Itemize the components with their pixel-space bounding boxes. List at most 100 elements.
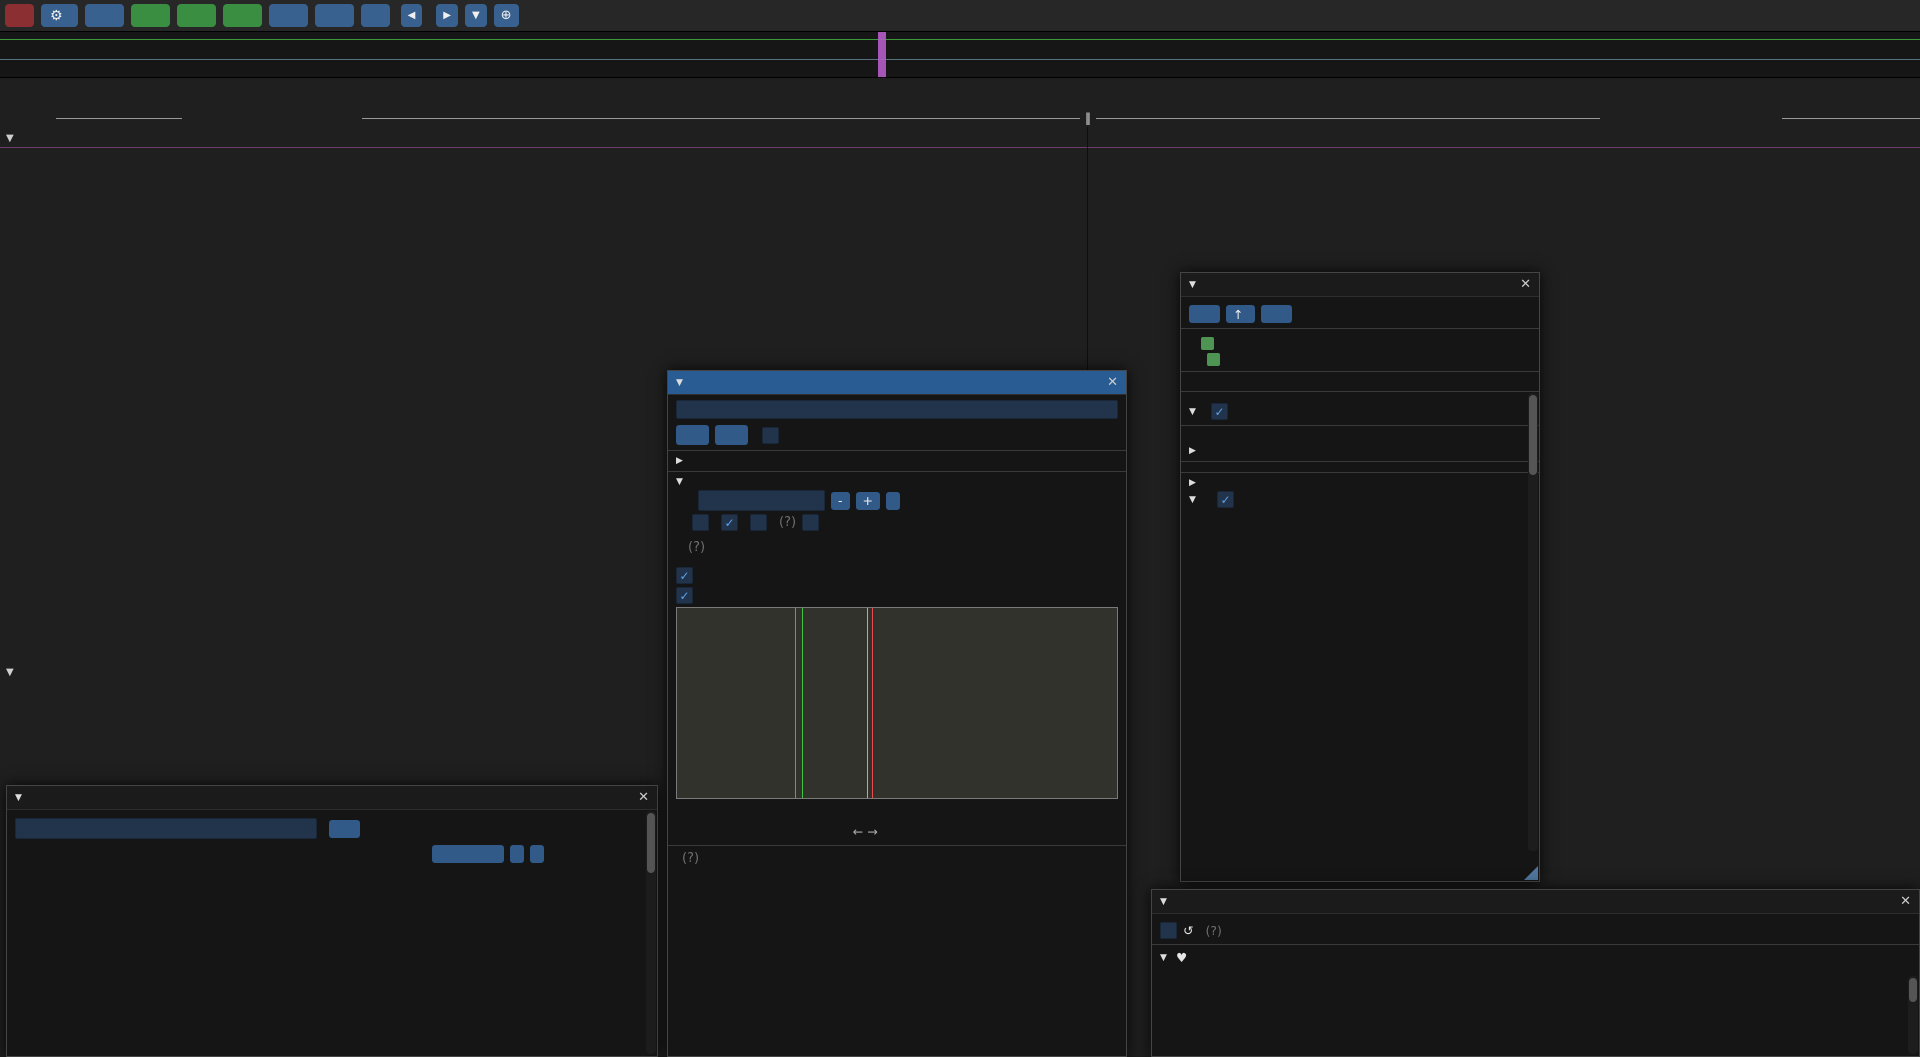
close-icon[interactable]: ✕ bbox=[1107, 375, 1118, 390]
find-zone-panel: ▼✕ ▶ ▼ - + ✓ (?) bbox=[667, 370, 1127, 1057]
group-median-marker bbox=[802, 608, 803, 798]
close-icon[interactable]: ✕ bbox=[638, 790, 649, 805]
group-average-marker bbox=[867, 608, 868, 798]
search-icon bbox=[140, 8, 155, 23]
group-children-checkbox[interactable]: ✓ bbox=[1217, 491, 1234, 508]
find-zone-search-input[interactable] bbox=[676, 400, 1118, 419]
child-zones-header[interactable]: ▼✓ bbox=[1189, 491, 1531, 508]
ignore-case-checkbox[interactable] bbox=[762, 427, 779, 444]
average-time-marker bbox=[872, 608, 873, 798]
close-icon[interactable]: ✕ bbox=[1520, 277, 1531, 292]
statistics-scrollbar[interactable] bbox=[646, 811, 656, 1054]
frame-dropdown-button[interactable]: ▼ bbox=[465, 4, 487, 27]
avg-median-checkbox[interactable]: ✓ bbox=[676, 567, 693, 584]
goto-frame-button[interactable]: ⊕ bbox=[494, 4, 519, 27]
fingerprint-icon bbox=[324, 8, 339, 23]
sort-counts-button[interactable] bbox=[510, 845, 524, 863]
view-span bbox=[536, 8, 557, 23]
sort-total-time-button[interactable] bbox=[432, 845, 504, 863]
power-button[interactable] bbox=[5, 4, 34, 27]
zone-info-titlebar[interactable]: ▼✕ bbox=[1181, 273, 1539, 297]
search-icon bbox=[684, 429, 696, 441]
statistics-panel: ▼✕ bbox=[6, 785, 658, 1057]
cpu-data-header[interactable]: ▼ bbox=[6, 130, 19, 145]
compare-button[interactable] bbox=[269, 4, 308, 27]
frame-selection-marker bbox=[878, 32, 886, 77]
log-time-checkbox[interactable]: ✓ bbox=[721, 514, 738, 531]
clear-button[interactable] bbox=[715, 425, 748, 445]
balance-scale-icon bbox=[278, 8, 293, 23]
bin-plus-button[interactable]: + bbox=[856, 492, 880, 510]
zone-info-panel: ▼✕ ↑ ▼✓ ▶ bbox=[1180, 272, 1540, 882]
active-allocations-header[interactable]: ▼♥ bbox=[1160, 950, 1911, 965]
restrict-time-checkbox[interactable] bbox=[1160, 922, 1177, 939]
find-zone-button[interactable] bbox=[131, 4, 170, 27]
statistics-titlebar[interactable]: ▼✕ bbox=[7, 786, 657, 810]
self-time-checkbox[interactable] bbox=[802, 514, 819, 531]
frame-separator: ‖ bbox=[1085, 111, 1091, 125]
frames-overview-strip[interactable] bbox=[0, 31, 1920, 78]
matched-source-locations[interactable]: ▶ bbox=[676, 456, 1118, 466]
ban-icon bbox=[723, 429, 735, 441]
gear-icon: ⚙ bbox=[50, 8, 63, 24]
prev-frame-button[interactable]: ◀ bbox=[401, 4, 423, 27]
time-relative-checkbox[interactable]: ✓ bbox=[1211, 403, 1228, 420]
memory-button[interactable] bbox=[223, 4, 262, 27]
tags-icon bbox=[94, 8, 109, 23]
group-avg-median-checkbox[interactable]: ✓ bbox=[676, 587, 693, 604]
sort-mtpc-button[interactable] bbox=[530, 845, 544, 863]
memory-titlebar[interactable]: ▼✕ bbox=[1152, 890, 1919, 914]
frame-labels-row[interactable]: ‖ bbox=[0, 110, 1920, 127]
memory-icon bbox=[232, 8, 247, 23]
find-zone-titlebar[interactable]: ▼✕ bbox=[668, 371, 1126, 395]
next-frame-button[interactable]: ▶ bbox=[436, 4, 458, 27]
clear-filter-button[interactable] bbox=[329, 820, 360, 838]
bin-minus-button[interactable]: - bbox=[831, 492, 850, 510]
tools-icon bbox=[368, 8, 383, 23]
frame-target-line-green bbox=[0, 39, 1920, 40]
memory-panel: ▼✕ ↺(?) ▼♥ bbox=[1151, 889, 1920, 1057]
histogram-axis-ticks bbox=[676, 799, 1118, 808]
time-ruler[interactable] bbox=[0, 77, 1920, 110]
history-icon: ↺ bbox=[1183, 923, 1193, 938]
min-bin-input[interactable] bbox=[698, 490, 825, 511]
thread-color-swatch bbox=[1207, 353, 1220, 366]
tools-button[interactable] bbox=[361, 4, 390, 27]
power-icon bbox=[12, 8, 27, 23]
heartbeat-icon: ♥ bbox=[1176, 950, 1187, 965]
resize-grip[interactable] bbox=[1524, 866, 1538, 880]
tracy-profiler-window: ⚙ ◀ ▶ ▼ ⊕ ‖ ▼ bbox=[0, 0, 1920, 1057]
find-button[interactable] bbox=[676, 425, 709, 445]
zone-statistics-button[interactable] bbox=[1261, 305, 1292, 323]
memory-scrollbar[interactable] bbox=[1908, 976, 1918, 1054]
wait-regions-header[interactable]: ▼✓ bbox=[1189, 403, 1531, 420]
statistics-button[interactable] bbox=[177, 4, 216, 27]
main-toolbar: ⚙ ◀ ▶ ▼ ⊕ bbox=[0, 0, 1920, 31]
median-time-marker bbox=[795, 608, 796, 798]
frame-target-line-blue bbox=[0, 59, 1920, 60]
messages-button[interactable] bbox=[85, 4, 124, 27]
axis-span: ← → bbox=[853, 824, 878, 839]
eye-icon bbox=[536, 8, 551, 23]
info-button[interactable] bbox=[315, 4, 354, 27]
database-icon bbox=[574, 8, 589, 23]
log-values-checkbox[interactable] bbox=[692, 514, 709, 531]
zone-trace[interactable]: ▶ bbox=[1189, 478, 1531, 488]
close-icon[interactable]: ✕ bbox=[1900, 894, 1911, 909]
allocations-list[interactable]: ▶ bbox=[1189, 446, 1531, 456]
cumulate-time-checkbox[interactable] bbox=[750, 514, 767, 531]
ban-icon bbox=[336, 823, 348, 835]
options-button[interactable]: ⚙ bbox=[41, 4, 78, 27]
zone-info-scrollbar[interactable] bbox=[1528, 393, 1538, 851]
histogram-section[interactable]: ▼ bbox=[676, 477, 1118, 487]
find-zone-histogram[interactable] bbox=[676, 607, 1118, 799]
cpu-usage-graph bbox=[0, 150, 1920, 178]
location-color-swatch bbox=[1201, 337, 1214, 350]
go-to-parent-button[interactable]: ↑ bbox=[1226, 305, 1255, 323]
filter-zones-input[interactable] bbox=[15, 818, 317, 839]
sort-bars-icon bbox=[186, 8, 201, 23]
zoom-to-zone-button[interactable] bbox=[1189, 305, 1220, 323]
frame-bars bbox=[0, 34, 1920, 77]
reset-button[interactable] bbox=[886, 492, 900, 510]
memory-indicator bbox=[574, 8, 595, 23]
